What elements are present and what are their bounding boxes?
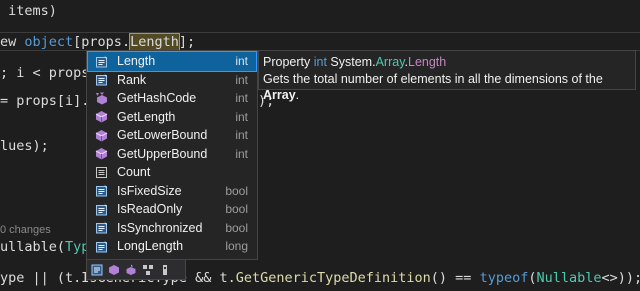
virtual-method-icon	[94, 91, 108, 105]
method-icon	[94, 147, 108, 161]
property-icon	[94, 54, 108, 68]
completion-item[interactable]: Length int	[87, 51, 257, 72]
method-icon	[94, 110, 108, 124]
completion-item-type: int	[235, 91, 248, 106]
completion-item-type: int	[235, 54, 248, 69]
completion-item-label: GetLowerBound	[117, 128, 208, 143]
completion-item-type: long	[225, 239, 248, 254]
property-icon	[94, 184, 108, 198]
completion-item[interactable]: GetLength int	[88, 108, 256, 127]
completion-item-type: bool	[225, 183, 248, 198]
code-line-5[interactable]: lues);	[0, 137, 49, 155]
completion-item-label: GetHashCode	[117, 91, 197, 106]
completion-item-label: IsReadOnly	[117, 202, 183, 217]
methods-filter-icon[interactable]	[108, 264, 120, 276]
method-icon	[94, 128, 108, 142]
completion-item[interactable]: GetHashCode int	[88, 89, 256, 108]
namespaces-filter-icon[interactable]	[142, 264, 154, 276]
code-line-2[interactable]: ew object[props.Length];	[0, 33, 195, 51]
tooltip-description: Gets the total number of elements in all…	[263, 71, 603, 103]
completion-item[interactable]: Rank int	[88, 71, 256, 90]
completion-item[interactable]: Count	[88, 163, 256, 182]
intellisense-list: Length int Rank int GetHashCode int GetLength i…	[86, 50, 258, 260]
completion-item-label: GetLength	[117, 109, 176, 124]
completion-item-type: int	[235, 109, 248, 124]
completion-item-type: int	[235, 146, 248, 161]
completion-item-type: int	[235, 128, 248, 143]
completion-item[interactable]: GetUpperBound int	[88, 145, 256, 164]
completion-item-label: LongLength	[117, 239, 184, 254]
highlighted-word: Length	[129, 33, 180, 51]
completion-item[interactable]: LongLength long	[88, 237, 256, 256]
extension-property-icon	[94, 165, 108, 179]
completion-item-label: IsSynchronized	[117, 220, 203, 235]
completion-item-type: bool	[225, 202, 248, 217]
tooltip-signature: Property int System.Array.Length	[263, 55, 447, 69]
completion-item-type: int	[235, 72, 248, 87]
code-line-3[interactable]: ; i < props.	[0, 64, 98, 82]
intellisense-filter-bar	[86, 260, 186, 280]
code-line-6[interactable]: ullable(Type	[0, 238, 98, 256]
completion-item[interactable]: IsFixedSize bool	[88, 182, 256, 201]
completion-item-label: Rank	[117, 72, 147, 87]
property-icon	[94, 73, 108, 87]
completion-item[interactable]: GetLowerBound int	[88, 126, 256, 145]
codelens-changes[interactable]: 0 changes	[0, 224, 51, 236]
completion-item[interactable]: IsReadOnly bool	[88, 200, 256, 219]
property-icon	[94, 202, 108, 216]
property-icon	[94, 239, 108, 253]
completion-item-label: IsFixedSize	[117, 183, 182, 198]
completion-item-label: Count	[117, 165, 151, 180]
properties-filter-icon[interactable]	[91, 264, 103, 276]
keywords-filter-icon[interactable]	[159, 264, 171, 276]
completion-item-label: Length	[117, 54, 156, 69]
code-line-4[interactable]: = props[i].G);	[0, 92, 274, 110]
extension-methods-filter-icon[interactable]	[125, 264, 137, 276]
quickinfo-tooltip: Property int System.Array.Length Gets th…	[258, 50, 636, 102]
completion-item-type: bool	[225, 220, 248, 235]
completion-item[interactable]: IsSynchronized bool	[88, 219, 256, 238]
code-line-1[interactable]: items)	[0, 2, 57, 20]
completion-item-label: GetUpperBound	[117, 146, 208, 161]
property-icon	[94, 221, 108, 235]
